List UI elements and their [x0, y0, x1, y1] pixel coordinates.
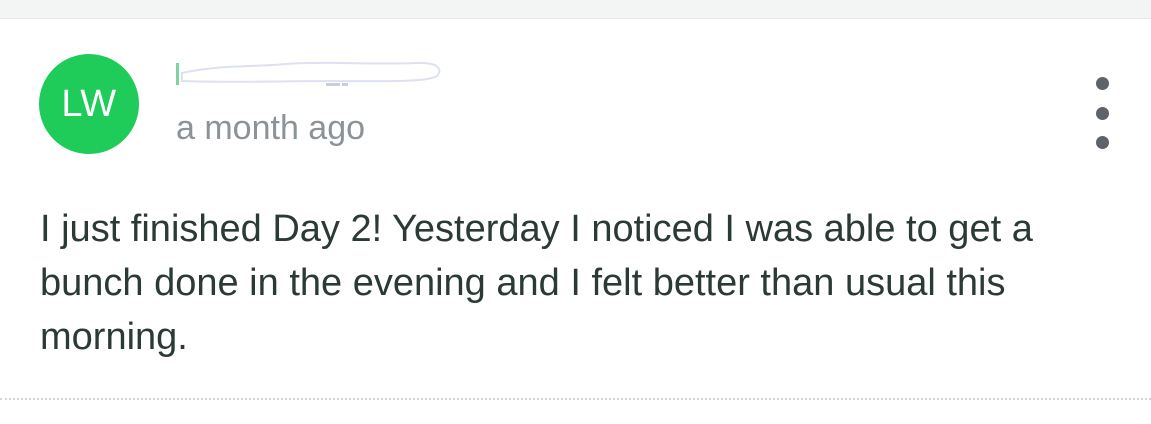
avatar[interactable]: LW	[39, 54, 139, 154]
comment-body: I just finished Day 2! Yesterday I notic…	[40, 208, 1033, 358]
more-vertical-icon	[1095, 77, 1109, 90]
more-vertical-icon-dot	[1095, 136, 1109, 149]
author-name-redacted	[176, 61, 441, 86]
comment-card: LW a month ago I just finished Day 2! Ye…	[0, 19, 1151, 399]
top-strip	[0, 0, 1151, 19]
comment-timestamp: a month ago	[176, 109, 366, 147]
more-options-button[interactable]	[1087, 77, 1117, 149]
more-vertical-icon-dot	[1095, 106, 1109, 120]
avatar-initials: LW	[61, 82, 117, 125]
divider	[0, 398, 1151, 400]
